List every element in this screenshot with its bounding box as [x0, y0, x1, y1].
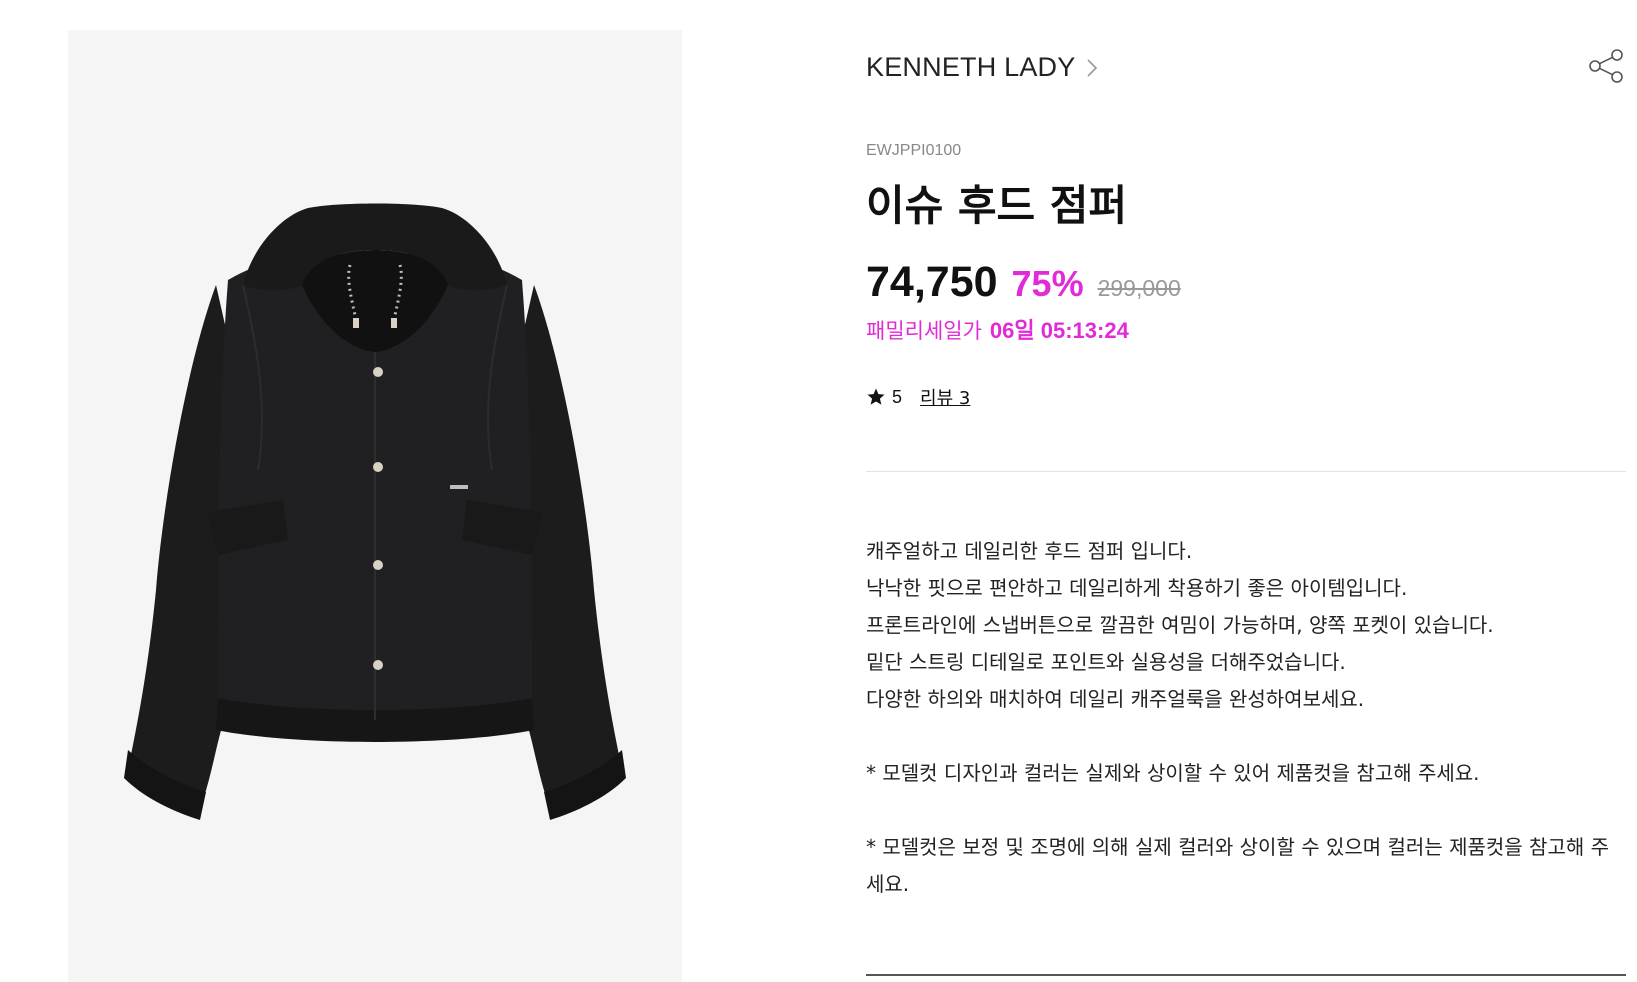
brand-name[interactable]: KENNETH LADY — [866, 52, 1075, 83]
model-cut-note: * 모델컷 디자인과 컬러는 실제와 상이할 수 있어 제품컷을 참고해 주세요… — [866, 761, 1480, 785]
description-line: 프론트라인에 스냅버튼으로 깔끔한 여밈이 가능하며, 양쪽 포켓이 있습니다. — [866, 613, 1494, 637]
sale-label: 패밀리세일가 — [866, 319, 982, 343]
product-description: 캐주얼하고 데일리한 후드 점퍼 입니다. 낙낙한 핏으로 편안하고 데일리하게… — [866, 533, 1626, 903]
brand-link[interactable]: KENNETH LADY — [866, 52, 1099, 83]
divider — [866, 471, 1626, 472]
section-divider — [866, 974, 1626, 976]
price-row: 74,750 75% 299,000 — [866, 258, 1181, 307]
star-icon — [867, 388, 885, 405]
jacket-illustration — [124, 203, 626, 820]
share-button[interactable] — [1586, 46, 1626, 86]
product-info-panel: KENNETH LADY EWJPPI0100 이슈 후드 점퍼 74,750 … — [866, 0, 1626, 982]
chevron-right-icon[interactable] — [1085, 57, 1099, 79]
original-price: 299,000 — [1097, 275, 1181, 301]
description-line: 밑단 스트링 디테일로 포인트와 실용성을 더해주었습니다. — [866, 650, 1346, 674]
product-code: EWJPPI0100 — [866, 142, 962, 159]
product-title: 이슈 후드 점퍼 — [866, 181, 1128, 230]
description-line: 낙낙한 핏으로 편안하고 데일리하게 착용하기 좋은 아이템입니다. — [866, 576, 1408, 600]
sale-price: 74,750 — [866, 258, 998, 306]
product-image[interactable] — [68, 30, 682, 982]
product-detail-page: KENNETH LADY EWJPPI0100 이슈 후드 점퍼 74,750 … — [0, 0, 1637, 982]
rating-row: 5 리뷰 3 — [866, 384, 970, 410]
description-line: 다양한 하의와 매치하여 데일리 캐주얼룩을 완성하여보세요. — [866, 687, 1365, 711]
review-link[interactable]: 리뷰 3 — [920, 384, 970, 410]
sale-countdown: 06일 05:13:24 — [989, 318, 1129, 343]
color-note: * 모델컷은 보정 및 조명에 의해 실제 컬러와 상이할 수 있으며 컬러는 … — [866, 835, 1610, 896]
rating-value: 5 — [892, 386, 903, 407]
description-line: 캐주얼하고 데일리한 후드 점퍼 입니다. — [866, 539, 1193, 563]
share-icon[interactable] — [1586, 46, 1626, 86]
family-sale-row: 패밀리세일가 06일 05:13:24 — [866, 313, 1129, 345]
discount-rate: 75% — [1011, 263, 1084, 304]
